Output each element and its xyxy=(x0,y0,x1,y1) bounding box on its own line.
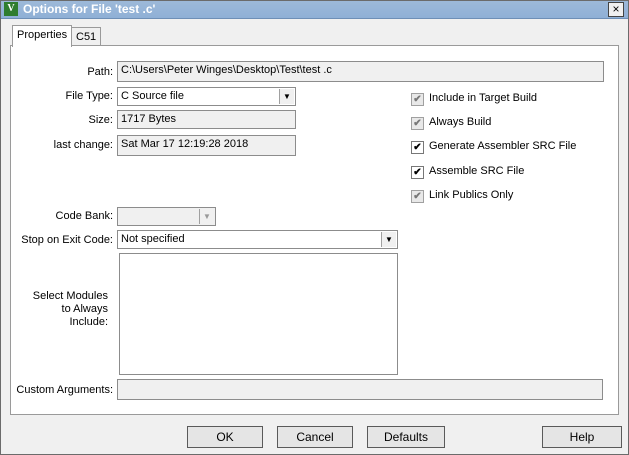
chevron-down-icon[interactable]: ▼ xyxy=(381,232,396,247)
size-label: Size: xyxy=(88,114,113,126)
path-field: C:\Users\Peter Winges\Desktop\Test\test … xyxy=(117,61,604,82)
stopexit-select[interactable]: Not specified ▼ xyxy=(117,230,398,249)
checkbox-box[interactable]: ✔ xyxy=(411,93,424,106)
modules-label: Select Modules to Always Include: xyxy=(32,290,108,328)
checkbox-box[interactable]: ✔ xyxy=(411,190,424,203)
filetype-select[interactable]: C Source file ▼ xyxy=(117,87,296,106)
chevron-down-icon[interactable]: ▼ xyxy=(279,89,294,104)
options-dialog: V Options for File 'test .c' × Propertie… xyxy=(0,0,629,455)
title-bar: V Options for File 'test .c' × xyxy=(1,1,628,19)
checkbox-label: Include in Target Build xyxy=(429,92,538,104)
stopexit-value: Not specified xyxy=(121,233,185,245)
checkbox-label: Assemble SRC File xyxy=(429,165,525,177)
checkbox-label: Generate Assembler SRC File xyxy=(429,140,577,152)
checkbox-label: Always Build xyxy=(429,116,492,128)
codebank-select: ▼ xyxy=(117,207,216,226)
ok-button[interactable]: OK xyxy=(187,426,263,448)
stopexit-label: Stop on Exit Code: xyxy=(21,234,113,246)
checkbox-box[interactable]: ✔ xyxy=(411,141,424,154)
codebank-label: Code Bank: xyxy=(55,210,113,222)
window-title: Options for File 'test .c' xyxy=(23,2,156,16)
tab-c51[interactable]: C51 xyxy=(71,27,102,47)
checkbox-label: Link Publics Only xyxy=(429,189,514,201)
help-button[interactable]: Help xyxy=(542,426,622,448)
custom-args-label: Custom Arguments: xyxy=(16,384,113,396)
checkbox-box[interactable]: ✔ xyxy=(411,166,424,179)
close-button[interactable]: × xyxy=(608,2,624,17)
chevron-down-icon: ▼ xyxy=(199,209,214,224)
path-label: Path: xyxy=(87,66,113,78)
tab-properties[interactable]: Properties xyxy=(12,25,73,47)
defaults-button[interactable]: Defaults xyxy=(367,426,445,448)
modules-listbox[interactable] xyxy=(119,253,398,375)
lastchange-label: last change: xyxy=(53,139,113,151)
filetype-label: File Type: xyxy=(65,90,114,102)
custom-args-field[interactable] xyxy=(117,379,603,400)
checkbox-box[interactable]: ✔ xyxy=(411,117,424,130)
lastchange-field: Sat Mar 17 12:19:28 2018 xyxy=(117,135,296,156)
app-icon: V xyxy=(4,2,18,16)
cancel-button[interactable]: Cancel xyxy=(277,426,353,448)
filetype-value: C Source file xyxy=(121,90,184,102)
size-field: 1717 Bytes xyxy=(117,110,296,129)
